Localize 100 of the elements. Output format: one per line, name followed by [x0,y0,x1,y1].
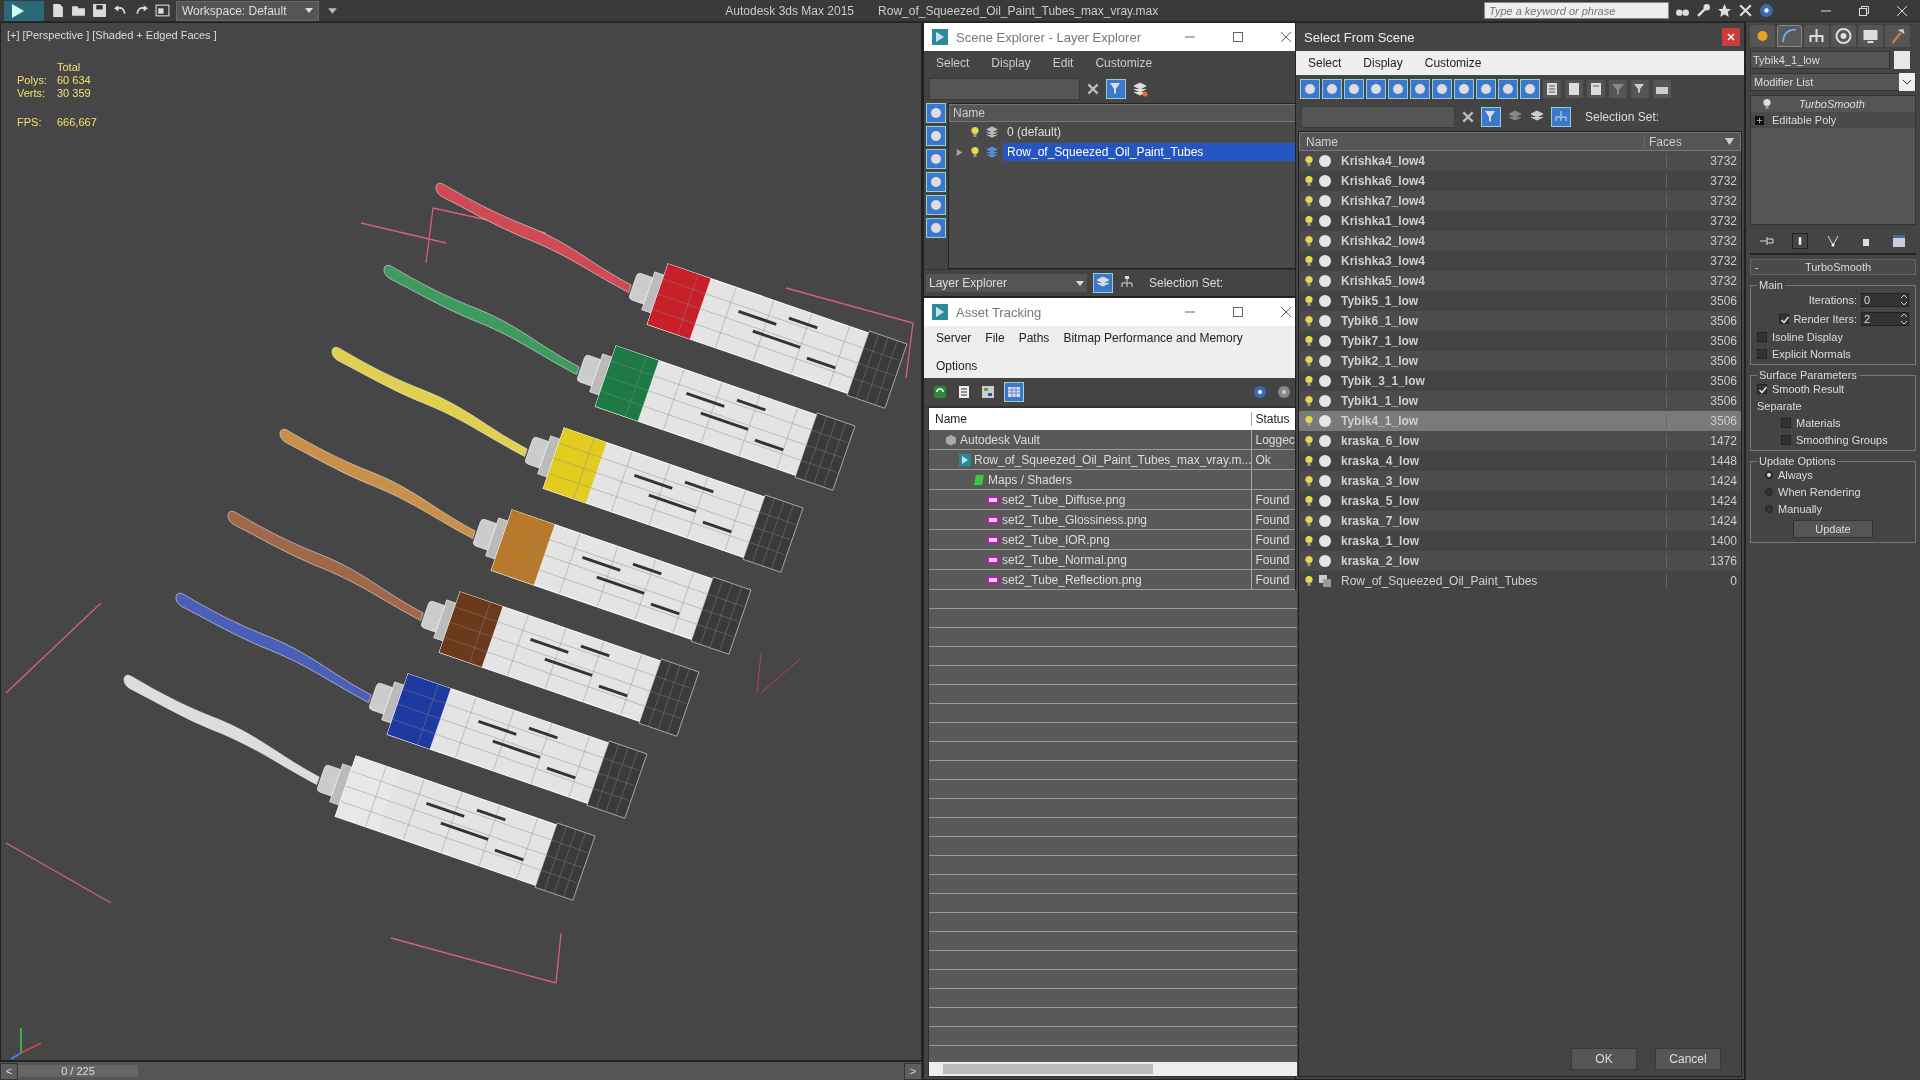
menu-item[interactable]: File [985,331,1005,345]
help-icon[interactable] [1276,384,1293,400]
light-bulb-icon[interactable] [969,126,981,138]
dialog-button[interactable]: OK [1571,1048,1637,1070]
light-bulb-icon[interactable] [1303,475,1315,487]
asset-name[interactable]: Maps / Shaders [988,472,1073,487]
checkbox[interactable] [1757,384,1767,394]
sun-icon[interactable] [1750,25,1775,47]
layer-name[interactable]: 0 (default) [1003,123,1298,141]
category-filter-icon[interactable] [1454,79,1474,99]
light-bulb-icon[interactable] [1303,315,1315,327]
app-logo-icon[interactable] [4,0,44,21]
light-bulb-icon[interactable] [1303,555,1315,567]
list-icon[interactable] [1542,79,1562,99]
layer-row[interactable]: 0 (default) [949,122,1298,142]
radio-button[interactable] [1765,471,1773,479]
menu-item[interactable]: Paths [1018,331,1050,345]
light-bulb-icon[interactable] [1303,275,1315,287]
tree-view-icon[interactable] [980,384,996,400]
light-bulb-icon[interactable] [1761,98,1773,110]
close-icon[interactable] [1280,31,1293,43]
filter-field[interactable] [1301,106,1455,128]
category-filter-icon[interactable] [926,149,946,169]
previous-frame-button[interactable]: < [0,1062,18,1080]
column-header[interactable]: Name [1300,134,1642,149]
radio-button[interactable] [1765,505,1773,513]
asset-name[interactable]: Row_of_Squeezed_Oil_Paint_Tubes_max_vray.m... [974,452,1252,467]
category-filter-icon[interactable] [1366,79,1386,99]
column-header[interactable]: Faces [1644,134,1723,149]
menu-item[interactable]: Display [991,56,1031,70]
checkbox[interactable] [1757,349,1767,359]
modifier-list-dropdown[interactable]: Modifier List [1750,73,1916,91]
layers-icon[interactable] [1132,81,1148,97]
light-bulb-icon[interactable] [1303,455,1315,467]
light-bulb-icon[interactable] [1303,535,1315,547]
radio-button[interactable] [1765,488,1773,496]
close-x-icon[interactable] [1738,3,1753,18]
horizontal-scrollbar[interactable] [929,1062,1298,1076]
checkbox-label[interactable]: Explicit Normals [1772,348,1851,360]
light-bulb-icon[interactable] [1303,495,1315,507]
light-bulb-icon[interactable] [1303,175,1315,187]
radio-label[interactable]: When Rendering [1778,486,1861,498]
viewport[interactable]: [+] [Perspective ] [Shaded + Edged Faces ] Total Polys: 60 634 Verts: 30 359 FPS: 666,667 [0,22,922,1061]
menu-item[interactable]: Customize [1095,56,1153,70]
object-row[interactable]: Krishka2_low4 3732 [1299,231,1741,251]
menu-item[interactable]: Display [1363,56,1403,70]
menu-item[interactable]: Server [936,331,972,345]
menu-item[interactable]: Options [936,359,978,373]
update-button[interactable]: Update [1793,520,1873,538]
category-filter-icon[interactable] [926,103,946,123]
filter-field[interactable] [929,78,1080,100]
object-row[interactable]: Tybik2_1_low 3506 [1299,351,1741,371]
light-bulb-icon[interactable] [1303,255,1315,267]
light-bulb-icon[interactable] [1303,155,1315,167]
target-icon[interactable] [1831,25,1856,47]
hierarchy-icon[interactable] [1804,25,1829,47]
filter-icon[interactable] [1630,79,1650,99]
menu-item[interactable]: Select [936,56,970,70]
clear-icon[interactable] [1086,82,1100,96]
help-icon[interactable] [1252,384,1269,400]
color-swatch[interactable] [1894,51,1910,69]
light-bulb-icon[interactable] [1303,295,1315,307]
checkbox-label[interactable]: Smoothing Groups [1796,434,1888,446]
menu-item[interactable]: Bitmap Performance and Memory [1063,331,1243,345]
column-header[interactable]: Name [929,412,1253,426]
light-bulb-icon[interactable] [1303,415,1315,427]
restore-icon[interactable] [1858,4,1870,17]
radio-label[interactable]: Always [1778,469,1813,481]
checkbox[interactable] [1781,418,1791,428]
light-bulb-icon[interactable] [1303,335,1315,347]
asset-name[interactable]: Autodesk Vault [960,432,1040,447]
square-icon[interactable] [1564,79,1584,99]
asset-name[interactable]: set2_Tube_Glossiness.png [1002,512,1147,527]
column-header[interactable]: Status [1252,412,1298,426]
show-end-result-icon[interactable] [1791,233,1808,249]
curve-icon[interactable] [1777,25,1802,47]
category-filter-icon[interactable] [1498,79,1518,99]
clear-icon[interactable] [1461,110,1475,124]
stack-item[interactable]: TurboSmooth [1799,98,1865,110]
star-icon[interactable] [1717,3,1732,18]
checkbox[interactable] [1779,314,1790,324]
close-icon[interactable] [1280,306,1293,318]
layers-icon[interactable] [1093,273,1113,293]
object-row[interactable]: Krishka5_low4 3732 [1299,271,1741,291]
object-row[interactable]: kraska_2_low 1376 [1299,551,1741,571]
object-row[interactable]: Tybik6_1_low 3506 [1299,311,1741,331]
viewport-label[interactable]: [+] [Perspective ] [Shaded + Edged Faces ] [7,29,217,41]
radio-label[interactable]: Manually [1778,503,1823,515]
wrench-icon[interactable] [1696,3,1711,18]
light-bulb-icon[interactable] [1303,395,1315,407]
light-bulb-icon[interactable] [969,146,981,158]
asset-name[interactable]: set2_Tube_Diffuse.png [1002,492,1126,507]
object-row[interactable]: kraska_3_low 1424 [1299,471,1741,491]
panel-icon[interactable] [1652,79,1672,99]
filter-icon[interactable] [1481,107,1501,127]
workspace-dropdown[interactable]: Workspace: Default [176,0,319,21]
save-icon[interactable] [92,3,107,18]
checkbox-label[interactable]: Smooth Result [1772,383,1845,395]
category-filter-icon[interactable] [926,218,946,238]
list-icon[interactable] [956,384,972,400]
